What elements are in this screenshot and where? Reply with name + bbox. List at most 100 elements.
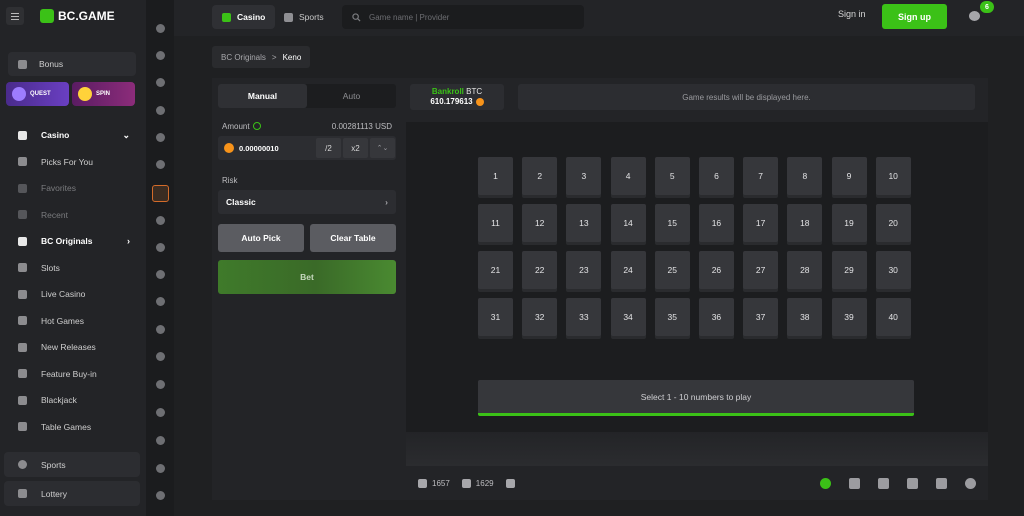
number-tile[interactable]: 38 <box>787 298 823 336</box>
share-button[interactable] <box>505 478 515 488</box>
info-icon[interactable] <box>252 122 261 130</box>
mines-icon[interactable] <box>156 133 165 142</box>
risk-select[interactable]: Classic › <box>218 190 396 214</box>
number-tile[interactable]: 25 <box>654 251 690 289</box>
number-tile[interactable]: 19 <box>831 204 867 242</box>
number-tile[interactable]: 27 <box>743 251 779 289</box>
baccarat-icon[interactable] <box>156 270 165 279</box>
sidebar-item-picks[interactable]: Picks For You <box>8 149 140 176</box>
number-tile[interactable]: 34 <box>610 298 646 336</box>
vault-icon[interactable] <box>156 408 165 417</box>
tab-auto[interactable]: Auto <box>307 84 396 108</box>
sidebar-item-lottery[interactable]: Lottery <box>4 481 140 506</box>
sound-icon[interactable] <box>820 477 831 489</box>
number-tile[interactable]: 17 <box>743 204 779 242</box>
sidebar-item-feature-buy-in[interactable]: Feature Buy-in <box>8 361 140 388</box>
roulette-icon[interactable] <box>156 380 165 389</box>
bet-button[interactable]: Bet <box>218 260 396 294</box>
quest-button[interactable]: QUEST <box>6 82 69 106</box>
number-tile[interactable]: 39 <box>831 298 867 336</box>
number-tile[interactable]: 18 <box>787 204 823 242</box>
sidebar-item-live-casino[interactable]: Live Casino <box>8 281 140 308</box>
sidebar-item-bc-originals[interactable]: BC Originals › <box>8 228 140 255</box>
crash-icon[interactable] <box>156 24 165 33</box>
number-tile[interactable]: 36 <box>698 298 734 336</box>
keno-icon[interactable] <box>152 185 169 202</box>
chart-icon[interactable] <box>907 477 918 489</box>
number-tile[interactable]: 37 <box>743 298 779 336</box>
number-tile[interactable]: 2 <box>522 157 558 195</box>
ring-icon[interactable] <box>156 352 165 361</box>
number-tile[interactable]: 14 <box>610 204 646 242</box>
sidebar-item-slots[interactable]: Slots <box>8 255 140 282</box>
hilo-icon[interactable] <box>156 160 165 169</box>
helmet-icon[interactable] <box>156 491 165 500</box>
favorites-stat[interactable]: 1629 <box>461 478 494 488</box>
signin-link[interactable]: Sign in <box>838 9 866 19</box>
sidebar-item-blackjack[interactable]: Blackjack <box>8 387 140 414</box>
spin-button[interactable]: SPIN <box>72 82 135 106</box>
number-tile[interactable]: 6 <box>698 157 734 195</box>
double-button[interactable]: x2 <box>343 138 368 158</box>
number-tile[interactable]: 29 <box>831 251 867 289</box>
number-tile[interactable]: 20 <box>875 204 911 242</box>
number-tile[interactable]: 1 <box>478 157 513 195</box>
menu-icon[interactable] <box>6 7 24 25</box>
help-icon[interactable] <box>965 477 976 489</box>
sidebar-item-table-games[interactable]: Table Games <box>8 414 140 441</box>
number-tile[interactable]: 22 <box>522 251 558 289</box>
number-tile[interactable]: 4 <box>610 157 646 195</box>
sidebar-item-recent[interactable]: Recent <box>8 202 140 229</box>
sidebar-item-casino[interactable]: Casino ⌄ <box>8 122 140 149</box>
limbo-icon[interactable] <box>156 51 165 60</box>
wheel-icon[interactable] <box>156 216 165 225</box>
likes-stat[interactable]: 1657 <box>418 478 450 488</box>
number-tile[interactable]: 33 <box>566 298 602 336</box>
number-tile[interactable]: 21 <box>478 251 513 289</box>
sidebar-item-hot-games[interactable]: Hot Games <box>8 308 140 335</box>
number-tile[interactable]: 31 <box>478 298 513 336</box>
number-tile[interactable]: 30 <box>875 251 911 289</box>
sword-icon[interactable] <box>156 464 165 473</box>
amount-value[interactable]: 0.00000010 <box>239 144 279 153</box>
plinko-icon[interactable] <box>156 106 165 115</box>
tower-icon[interactable] <box>156 243 165 252</box>
tab-manual[interactable]: Manual <box>218 84 307 108</box>
logo[interactable]: BC.GAME <box>40 9 115 23</box>
breadcrumb-parent[interactable]: BC Originals <box>221 53 266 62</box>
number-tile[interactable]: 9 <box>831 157 867 195</box>
tab-casino[interactable]: Casino <box>212 5 276 29</box>
search-input[interactable]: Game name | Provider <box>342 5 584 29</box>
coinflip-icon[interactable] <box>156 325 165 334</box>
sidebar-item-favorites[interactable]: Favorites <box>8 175 140 202</box>
number-tile[interactable]: 26 <box>698 251 734 289</box>
number-tile[interactable]: 23 <box>566 251 602 289</box>
amount-field[interactable]: 0.00000010 /2 x2 ⌃⌄ <box>218 136 396 160</box>
number-tile[interactable]: 32 <box>522 298 558 336</box>
number-tile[interactable]: 12 <box>522 204 558 242</box>
number-tile[interactable]: 10 <box>875 157 911 195</box>
number-tile[interactable]: 5 <box>654 157 690 195</box>
auto-pick-button[interactable]: Auto Pick <box>218 224 304 252</box>
half-button[interactable]: /2 <box>316 138 341 158</box>
number-tile[interactable]: 28 <box>787 251 823 289</box>
sidebar-item-new-releases[interactable]: New Releases <box>8 334 140 361</box>
signup-button[interactable]: Sign up <box>882 4 947 29</box>
chat-icon[interactable] <box>969 11 980 21</box>
shield-icon[interactable] <box>936 477 947 489</box>
number-tile[interactable]: 40 <box>875 298 911 336</box>
lightning-icon[interactable] <box>849 477 860 489</box>
amount-stepper[interactable]: ⌃⌄ <box>370 138 395 158</box>
number-tile[interactable]: 7 <box>743 157 779 195</box>
sidebar-item-sports[interactable]: Sports <box>4 452 140 477</box>
dice-icon[interactable] <box>156 78 165 87</box>
number-tile[interactable]: 35 <box>654 298 690 336</box>
hammer-icon[interactable] <box>156 297 165 306</box>
keyboard-icon[interactable] <box>878 477 889 489</box>
number-tile[interactable]: 24 <box>610 251 646 289</box>
number-tile[interactable]: 13 <box>566 204 602 242</box>
number-tile[interactable]: 15 <box>654 204 690 242</box>
number-tile[interactable]: 3 <box>566 157 602 195</box>
clock-icon[interactable] <box>156 436 165 445</box>
tab-sports[interactable]: Sports <box>274 5 334 29</box>
